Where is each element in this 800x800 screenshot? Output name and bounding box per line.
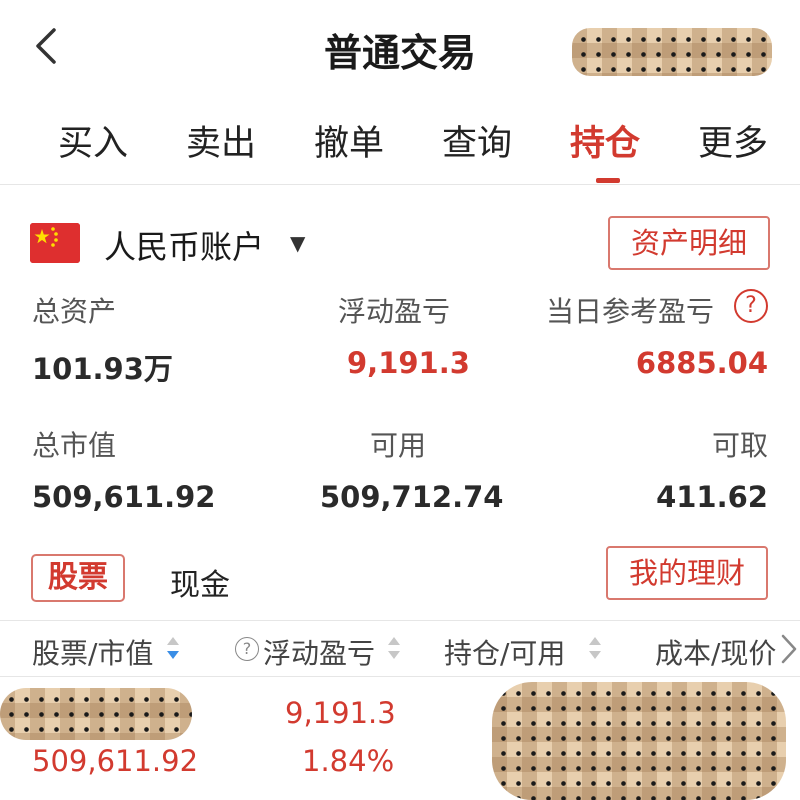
- account-name: 人民币账户: [104, 228, 265, 266]
- floating-pl-value: 9,191.3: [347, 346, 470, 380]
- tab-buy[interactable]: 买入: [58, 115, 128, 166]
- tab-cancel[interactable]: 撤单: [314, 115, 384, 166]
- available-value: 509,712.74: [320, 480, 504, 514]
- market-value-label: 总市值: [32, 429, 117, 462]
- sort-icon[interactable]: [166, 634, 180, 664]
- tab-more[interactable]: 更多: [698, 115, 768, 166]
- column-cost-price[interactable]: 成本/现价: [655, 632, 776, 672]
- total-assets-label: 总资产: [32, 295, 117, 328]
- withdrawable-value: 411.62: [656, 480, 768, 514]
- column-floating-pl[interactable]: 浮动盈亏: [263, 632, 375, 672]
- nav-header: 普通交易: [0, 0, 800, 95]
- daily-pl-label: 当日参考盈亏: [546, 295, 715, 328]
- redacted-account-id: [572, 28, 772, 76]
- total-assets-value: 101.93万: [32, 352, 173, 386]
- help-icon[interactable]: ?: [734, 289, 768, 323]
- redacted-position-cost: [492, 682, 786, 800]
- segment-cash[interactable]: 现金: [170, 560, 230, 604]
- active-tab-indicator: [596, 178, 620, 183]
- asset-detail-button[interactable]: 资产明细: [608, 216, 770, 270]
- tab-query[interactable]: 查询: [442, 115, 512, 166]
- table-top-divider: [0, 620, 800, 621]
- row-floating-pl: 9,191.3: [285, 696, 396, 730]
- daily-pl-value: 6885.04: [635, 346, 768, 380]
- tabs-divider: [0, 184, 800, 185]
- withdrawable-label: 可取: [711, 429, 768, 462]
- available-label: 可用: [370, 429, 427, 462]
- chevron-right-icon[interactable]: [778, 632, 800, 666]
- sort-icon[interactable]: [387, 634, 401, 664]
- market-value-value: 509,611.92: [32, 480, 216, 514]
- column-position-available[interactable]: 持仓/可用: [444, 632, 565, 672]
- segment-stock[interactable]: 股票: [31, 554, 125, 602]
- table-header-divider: [0, 676, 800, 677]
- tab-sell[interactable]: 卖出: [186, 115, 256, 166]
- row-market-value: 509,611.92: [32, 744, 199, 778]
- china-flag-icon: [30, 223, 80, 263]
- sort-icon[interactable]: [588, 634, 602, 664]
- tab-positions[interactable]: 持仓: [570, 115, 640, 166]
- floating-pl-label: 浮动盈亏: [338, 295, 451, 328]
- trade-tabs: 买入 卖出 撤单 查询 持仓 更多: [0, 105, 800, 183]
- redacted-stock-name: [0, 688, 192, 740]
- row-floating-pl-pct: 1.84%: [302, 744, 395, 778]
- my-finance-button[interactable]: 我的理财: [606, 546, 768, 600]
- column-stock-market-value[interactable]: 股票/市值: [32, 632, 153, 672]
- question-icon[interactable]: ?: [235, 637, 259, 661]
- dropdown-arrow-icon[interactable]: ▼: [290, 231, 305, 255]
